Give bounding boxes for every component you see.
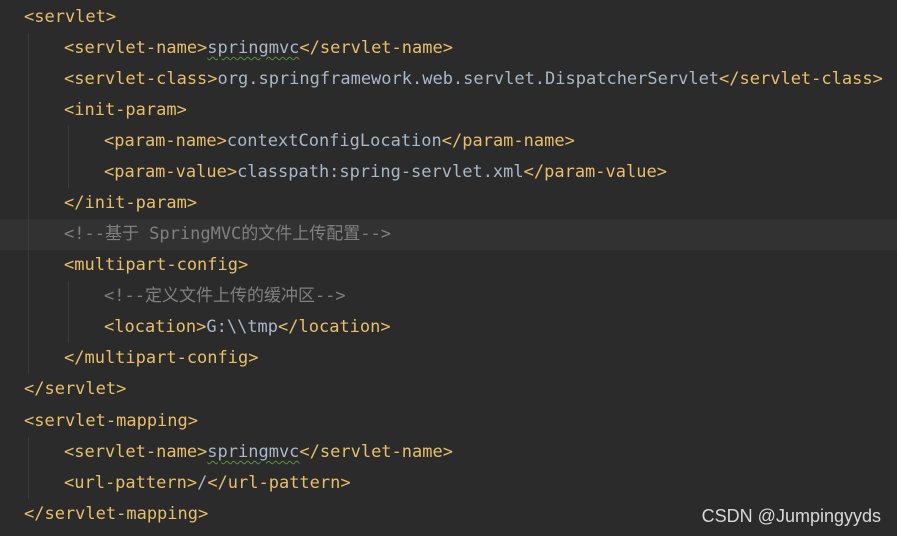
code-text: <servlet-name>springmvc</servlet-name> (64, 437, 453, 468)
xml-close-tag: </param-name> (441, 131, 575, 151)
xml-comment: <!--基于 SpringMVC的文件上传配置--> (64, 224, 391, 244)
xml-close-tag: </servlet-name> (299, 38, 453, 58)
code-line[interactable]: <servlet> (0, 2, 897, 33)
xml-open-tag: <url-pattern> (64, 473, 198, 493)
code-text: <servlet> (24, 2, 116, 33)
code-line[interactable]: </servlet> (0, 374, 897, 405)
code-text: <init-param> (64, 95, 187, 126)
indent-guide (28, 219, 29, 250)
code-text: <multipart-config> (64, 250, 248, 281)
code-line[interactable]: <param-value>classpath:spring-servlet.xm… (0, 157, 897, 188)
code-line[interactable]: <location>G:\\tmp</location> (0, 312, 897, 343)
code-line[interactable]: <servlet-mapping> (0, 406, 897, 437)
xml-text-value: contextConfigLocation (226, 131, 442, 151)
xml-open-tag: <servlet-name> (64, 442, 208, 462)
xml-text-value: / (197, 473, 208, 493)
xml-open-tag: <servlet> (24, 7, 117, 27)
xml-open-tag: <init-param> (64, 100, 187, 120)
indent-guide (28, 281, 29, 312)
xml-open-tag: <param-value> (104, 162, 238, 182)
xml-open-tag: <servlet-name> (64, 38, 208, 58)
code-text: <param-name>contextConfigLocation</param… (104, 126, 575, 157)
code-text: <servlet-class>org.springframework.web.s… (64, 64, 883, 95)
code-line[interactable]: </multipart-config> (0, 343, 897, 374)
xml-close-tag: </servlet-mapping> (24, 504, 209, 524)
xml-text-value: org.springframework.web.servlet.Dispatch… (217, 69, 720, 89)
code-text: <servlet-name>springmvc</servlet-name> (64, 33, 453, 64)
code-text: </servlet-mapping> (24, 499, 208, 530)
code-editor[interactable]: <servlet> <servlet-name>springmvc</servl… (0, 0, 897, 536)
indent-guide (28, 126, 29, 157)
indent-guide (28, 188, 29, 219)
xml-open-tag: <param-name> (104, 131, 227, 151)
code-text: </init-param> (64, 188, 197, 219)
indent-guide (68, 312, 69, 343)
code-text: <!--基于 SpringMVC的文件上传配置--> (64, 219, 391, 250)
xml-open-tag: <servlet-class> (64, 69, 218, 89)
xml-close-tag: </param-value> (523, 162, 667, 182)
indent-guide (28, 437, 29, 468)
xml-open-tag: <servlet-mapping> (24, 411, 198, 431)
xml-comment: <!--定义文件上传的缓冲区--> (104, 286, 346, 306)
indent-guide (28, 95, 29, 126)
xml-close-tag: </url-pattern> (207, 473, 351, 493)
code-text: <param-value>classpath:spring-servlet.xm… (104, 157, 667, 188)
indent-guide (68, 126, 69, 157)
indent-guide (28, 157, 29, 188)
xml-close-tag: </servlet> (24, 379, 127, 399)
indent-guide (68, 157, 69, 188)
xml-close-tag: </servlet-class> (719, 69, 883, 89)
code-text: </multipart-config> (64, 343, 258, 374)
indent-guide (28, 64, 29, 95)
xml-close-tag: </multipart-config> (64, 348, 259, 368)
code-line[interactable]: <multipart-config> (0, 250, 897, 281)
code-text: <!--定义文件上传的缓冲区--> (104, 281, 346, 312)
indent-guide (28, 312, 29, 343)
indent-guide (68, 281, 69, 312)
indent-guide (28, 250, 29, 281)
code-line[interactable]: <servlet-name>springmvc</servlet-name> (0, 437, 897, 468)
xml-open-tag: <location> (104, 317, 207, 337)
xml-close-tag: </init-param> (64, 193, 198, 213)
xml-text-value: springmvc (207, 442, 300, 462)
watermark: CSDN @Jumpingyyds (701, 506, 881, 526)
code-line[interactable]: <!--定义文件上传的缓冲区--> (0, 281, 897, 312)
code-line[interactable]: <servlet-name>springmvc</servlet-name> (0, 33, 897, 64)
code-line[interactable]: <url-pattern>/</url-pattern> (0, 468, 897, 499)
xml-text-value: springmvc (207, 38, 300, 58)
code-text: <location>G:\\tmp</location> (104, 312, 391, 343)
code-line[interactable]: <servlet-class>org.springframework.web.s… (0, 64, 897, 95)
indent-guide (28, 468, 29, 499)
code-text: <servlet-mapping> (24, 406, 198, 437)
code-text: <url-pattern>/</url-pattern> (64, 468, 351, 499)
code-text: </servlet> (24, 374, 126, 405)
xml-text-value: G:\\tmp (206, 317, 279, 337)
xml-text-value: classpath:spring-servlet.xml (237, 162, 524, 182)
indent-guide (28, 33, 29, 64)
code-line[interactable]: <init-param> (0, 95, 897, 126)
xml-close-tag: </servlet-name> (299, 442, 453, 462)
code-line[interactable]: </init-param> (0, 188, 897, 219)
xml-close-tag: </location> (278, 317, 391, 337)
code-line[interactable]: <param-name>contextConfigLocation</param… (0, 126, 897, 157)
indent-guide (28, 343, 29, 374)
xml-open-tag: <multipart-config> (64, 255, 249, 275)
current-code-line[interactable]: <!--基于 SpringMVC的文件上传配置--> (0, 219, 897, 250)
